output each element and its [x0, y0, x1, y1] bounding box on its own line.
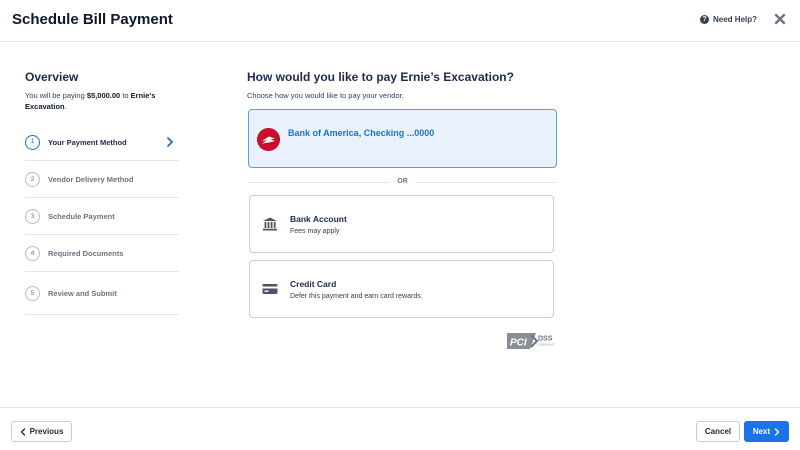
step-list: 1 Your Payment Method 2 Vendor Delivery … — [25, 124, 179, 315]
step-label: Required Documents — [48, 248, 124, 258]
credit-card-option[interactable]: Credit Card Defer this payment and earn … — [249, 260, 554, 318]
bank-icon — [263, 217, 277, 231]
bank-of-america-logo — [257, 128, 280, 151]
pci-dss-compliant-badge: PCI DSS COMPLIANT — [507, 333, 555, 349]
step-required-documents[interactable]: 4 Required Documents — [25, 235, 179, 272]
chevron-right-icon — [774, 427, 780, 436]
header-bar: Schedule Bill Payment ? Need Help? — [0, 0, 800, 42]
step-payment-method[interactable]: 1 Your Payment Method — [25, 124, 179, 161]
page-title: Schedule Bill Payment — [12, 11, 173, 28]
or-divider: OR — [248, 178, 557, 188]
need-help-label: Need Help? — [713, 15, 758, 24]
overview-title: Overview — [25, 70, 79, 84]
or-label: OR — [397, 178, 408, 185]
next-label: Next — [752, 427, 771, 436]
overview-description: You will be paying $5,000.00 to Ernie's … — [25, 90, 175, 112]
selected-payment-method-card[interactable]: Bank of America, Checking ...0000 — [248, 109, 557, 168]
help-icon: ? — [700, 15, 709, 24]
step-number: 4 — [25, 245, 40, 261]
credit-card-icon — [262, 284, 278, 294]
cancel-label: Cancel — [704, 427, 732, 436]
chevron-right-icon — [167, 137, 173, 147]
credit-card-title: Credit Card — [290, 279, 337, 289]
bank-account-option[interactable]: Bank Account Fees may apply — [249, 195, 554, 253]
overview-desc-prefix: You will be paying — [25, 91, 87, 100]
payment-question-subtitle: Choose how you would like to pay your ve… — [247, 91, 404, 100]
need-help-link[interactable]: ? Need Help? — [700, 15, 757, 24]
step-vendor-delivery[interactable]: 2 Vendor Delivery Method — [25, 161, 179, 198]
next-button[interactable]: Next — [744, 421, 789, 442]
step-label: Vendor Delivery Method — [48, 174, 134, 184]
previous-label: Previous — [29, 427, 64, 436]
payment-question-heading: How would you like to pay Ernie’s Excava… — [247, 70, 514, 84]
step-number: 5 — [25, 285, 40, 301]
bank-account-title: Bank Account — [290, 214, 347, 224]
step-number: 1 — [25, 134, 40, 150]
compliant-text: COMPLIANT — [537, 343, 555, 347]
selected-method-name: Bank of America, Checking ...0000 — [288, 128, 435, 138]
step-label: Your Payment Method — [48, 137, 127, 147]
credit-card-desc: Defer this payment and earn card rewards… — [290, 293, 423, 300]
step-number: 2 — [25, 171, 40, 187]
chevron-left-icon — [20, 427, 25, 436]
close-icon[interactable] — [773, 12, 787, 26]
step-review-submit[interactable]: 5 Review and Submit — [25, 272, 179, 315]
cancel-button[interactable]: Cancel — [696, 421, 740, 442]
step-label: Review and Submit — [48, 288, 117, 298]
bank-account-desc: Fees may apply — [290, 228, 340, 235]
dss-text: DSS — [538, 336, 553, 343]
footer-bar: Previous Cancel Next — [0, 407, 800, 450]
step-label: Schedule Payment — [48, 211, 115, 221]
step-number: 3 — [25, 208, 40, 224]
overview-desc-suffix: . — [64, 102, 67, 111]
overview-desc-mid: to — [120, 91, 131, 100]
previous-button[interactable]: Previous — [11, 421, 72, 442]
step-schedule-payment[interactable]: 3 Schedule Payment — [25, 198, 179, 235]
pci-text: PCI — [510, 338, 527, 349]
payment-amount: $5,000.00 — [86, 91, 121, 100]
